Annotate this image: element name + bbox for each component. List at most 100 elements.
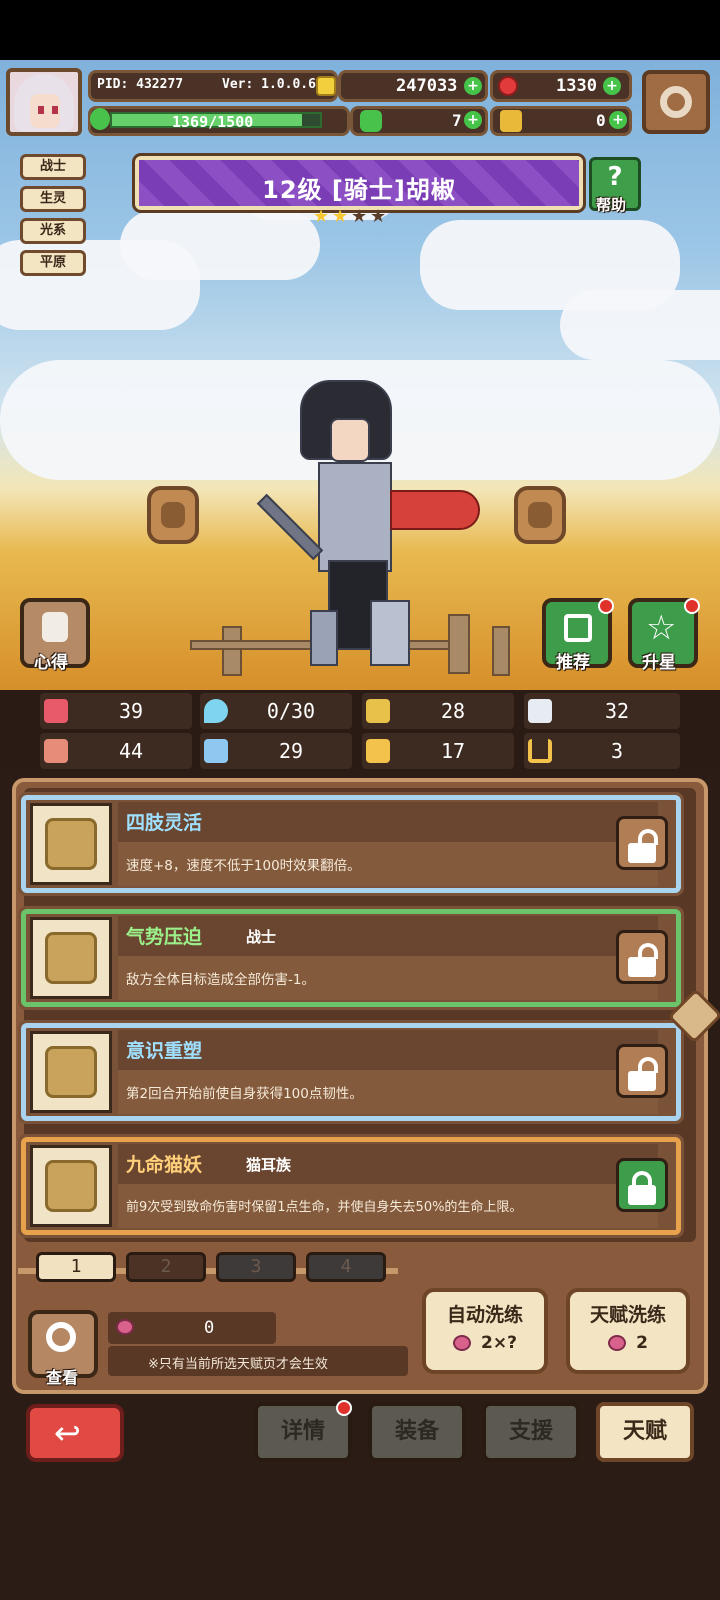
- tag-race[interactable]: 生灵: [20, 186, 86, 212]
- help-label: 帮助: [596, 196, 627, 214]
- talent-name: 气势压迫: [126, 926, 203, 948]
- add-keys-button[interactable]: +: [609, 111, 627, 129]
- talent-card[interactable]: 意识重塑 第2回合开始前使自身获得100点韧性。: [18, 1020, 684, 1124]
- clover-xp-icon: [90, 108, 110, 130]
- pid-text: PID: 432277: [97, 77, 184, 92]
- lock-toggle-button[interactable]: [616, 1158, 668, 1212]
- talent-subtitle: 战士: [246, 928, 277, 946]
- shield-icon: [366, 699, 390, 723]
- talent-description: 前9次受到致命伤害时保留1点生命，并使自身失去50%的生命上限。: [126, 1200, 523, 1215]
- potion-count: 0: [204, 1318, 215, 1338]
- details-notification-dot: [336, 1400, 352, 1416]
- stat-hp: 39: [40, 693, 192, 729]
- magnifier-icon: [46, 1322, 76, 1352]
- fist-icon: [44, 739, 68, 763]
- shield-emblem-icon: [45, 932, 97, 984]
- auto-refine-button[interactable]: 自动洗练 2×?: [422, 1288, 548, 1374]
- stat-value: 29: [278, 739, 304, 763]
- recommend-notification-dot: [598, 598, 614, 614]
- talent-name: 九命猫妖: [126, 1154, 203, 1176]
- thumbs-up-icon: [564, 614, 592, 642]
- tag-element[interactable]: 光系: [20, 218, 86, 244]
- upgrade-notification-dot: [684, 598, 700, 614]
- prev-hero-button[interactable]: [147, 486, 199, 544]
- status-bar-area: [0, 0, 720, 60]
- talent-icon-box: [30, 803, 112, 885]
- cross-emblem-icon: [45, 1046, 97, 1098]
- potion-icon: [608, 1335, 627, 1351]
- stat-magic: 29: [200, 733, 352, 769]
- talent-page-tab-2[interactable]: 2: [126, 1252, 206, 1282]
- stat-speed: 32: [524, 693, 680, 729]
- tag-terrain[interactable]: 平原: [20, 250, 86, 276]
- settings-gear-button[interactable]: [642, 70, 710, 134]
- talent-page-tab-3[interactable]: 3: [216, 1252, 296, 1282]
- nav-support[interactable]: 支援: [482, 1402, 580, 1462]
- return-arrow-icon: ↩: [54, 1414, 81, 1452]
- gold-amount: 247033: [396, 76, 458, 96]
- talent-refine-button[interactable]: 天赋洗练 2: [566, 1288, 690, 1374]
- lock-toggle-button[interactable]: [616, 816, 668, 870]
- auto-refine-label: 自动洗练: [446, 1304, 523, 1326]
- notice-text: ※只有当前所选天赋页才会生效: [148, 1357, 328, 1372]
- stat-value: 28: [440, 699, 466, 723]
- bottom-fill: [0, 1480, 720, 1600]
- upgrade-star-label: 升星: [642, 653, 676, 673]
- stats-panel: 39 0/30 28 32 44 29 17 3: [0, 690, 720, 770]
- talent-icon-box: [30, 1031, 112, 1113]
- talent-card[interactable]: 九命猫妖 猫耳族 前9次受到致命伤害时保留1点生命，并使自身失去50%的生命上限…: [18, 1134, 684, 1238]
- xp-text: 1369/1500: [172, 113, 254, 131]
- gold-coin-icon: [316, 76, 336, 96]
- hero-title: 12级 [骑士]胡椒: [262, 176, 456, 204]
- lock-toggle-button[interactable]: [616, 930, 668, 984]
- clover-amount: 7: [452, 111, 462, 130]
- add-gems-button[interactable]: +: [603, 77, 621, 95]
- back-button[interactable]: ↩: [26, 1404, 124, 1462]
- recommend-label: 推荐: [556, 653, 590, 673]
- nav-equipment[interactable]: 装备: [368, 1402, 466, 1462]
- version-text: Ver: 1.0.0.6: [222, 77, 316, 92]
- star-filled-icon: ★: [313, 206, 330, 227]
- talent-name: 四肢灵活: [126, 812, 203, 834]
- potion-icon: [116, 1319, 134, 1335]
- tag-class[interactable]: 战士: [20, 154, 86, 180]
- talent-card[interactable]: 气势压迫 战士 敌方全体目标造成全部伤害-1。: [18, 906, 684, 1010]
- lock-toggle-button[interactable]: [616, 1044, 668, 1098]
- add-gold-button[interactable]: +: [464, 77, 482, 95]
- heart-icon: [44, 699, 68, 723]
- talent-description: 速度+8，速度不低于100时效果翻倍。: [126, 858, 361, 874]
- talent-page-tab-1[interactable]: 1: [36, 1252, 116, 1282]
- potion-icon: [453, 1335, 472, 1351]
- next-hero-button[interactable]: [514, 486, 566, 544]
- talent-page-tab-4[interactable]: 4: [306, 1252, 386, 1282]
- add-clover-button[interactable]: +: [464, 111, 482, 129]
- stat-value: 0/30: [266, 699, 316, 723]
- hero-title-banner: 12级 [骑士]胡椒: [132, 153, 586, 213]
- stat-value: 17: [440, 739, 466, 763]
- talent-description: 敌方全体目标造成全部伤害-1。: [126, 972, 315, 988]
- stat-attack: 44: [40, 733, 192, 769]
- stat-value: 32: [604, 699, 630, 723]
- star-empty-icon: ★: [370, 206, 387, 227]
- cross-emblem-icon: [45, 818, 97, 870]
- talent-icon-box: [30, 1145, 112, 1227]
- stat-value: 39: [118, 699, 144, 723]
- player-avatar[interactable]: [6, 68, 82, 136]
- stat-luck: 3: [524, 733, 680, 769]
- gem-amount: 1330: [556, 76, 597, 96]
- stat-defense: 28: [362, 693, 514, 729]
- view-label: 查看: [46, 1368, 79, 1387]
- talent-card[interactable]: 四肢灵活 速度+8，速度不低于100时效果翻倍。: [18, 792, 684, 896]
- talent-subtitle: 猫耳族: [246, 1156, 292, 1174]
- horseshoe-icon: [528, 739, 552, 763]
- boot-icon: [366, 739, 390, 763]
- nav-talent[interactable]: 天赋: [596, 1402, 694, 1462]
- scroll-icon: [42, 612, 68, 642]
- talent-description: 第2回合开始前使自身获得100点韧性。: [126, 1086, 363, 1102]
- gear-icon: [660, 86, 692, 118]
- arrow-left-icon: [161, 502, 185, 528]
- keys-amount: 0: [596, 111, 606, 130]
- talent-icon-box: [30, 917, 112, 999]
- key-icon: [500, 110, 522, 132]
- wing-icon: [528, 699, 552, 723]
